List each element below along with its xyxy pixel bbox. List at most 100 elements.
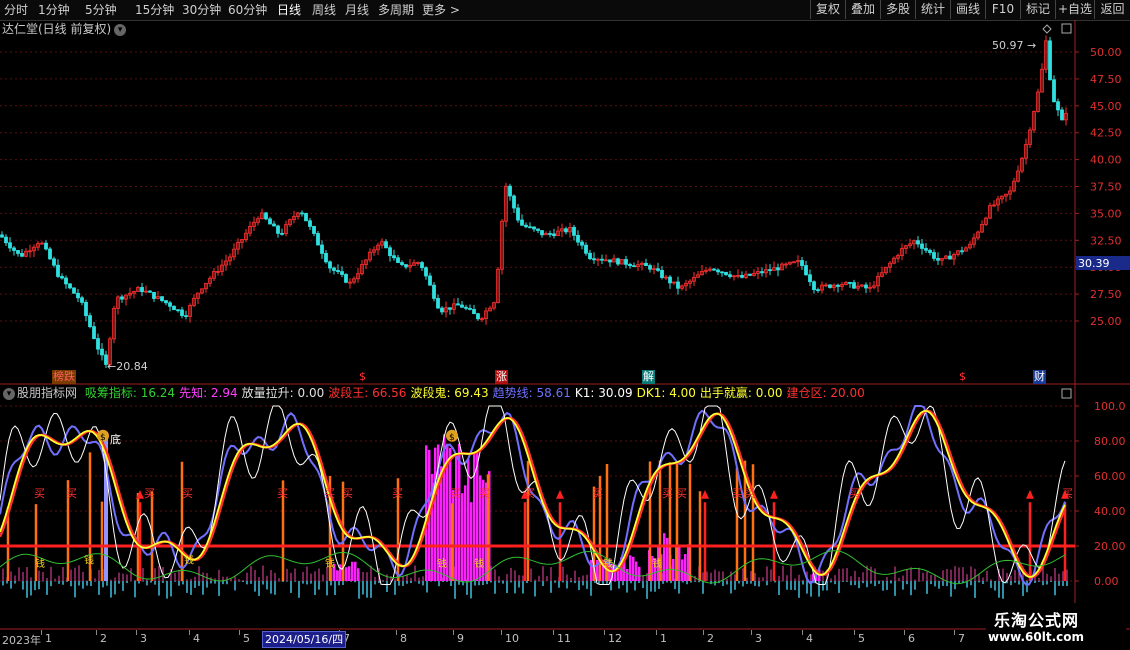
- candle-body: [272, 223, 276, 227]
- candle-body: [600, 258, 604, 261]
- date-tick: [501, 630, 502, 635]
- buy-label: 买: [324, 487, 335, 500]
- date-month-label: 5: [243, 632, 250, 645]
- candle-body: [92, 326, 96, 339]
- legend-items: 吸筹指标: 16.24 先知: 2.94 放量拉升: 0.00 波段王: 66.56 波…: [85, 386, 869, 400]
- date-tick: [854, 630, 855, 635]
- legend-item: DK1: 4.00: [636, 386, 696, 400]
- price-axis: 50.00 47.50 45.00 42.50 40.00 37.50 35.00 32.50…: [1075, 46, 1130, 328]
- low-zone-label: 钱: [652, 557, 662, 570]
- event-label-4[interactable]: 解: [642, 370, 655, 384]
- candle-body: [548, 233, 552, 235]
- date-tick: [656, 630, 657, 635]
- candle-body: [524, 224, 528, 228]
- candle-body: [536, 228, 540, 231]
- candle-body: [748, 273, 752, 276]
- date-month-label: 4: [806, 632, 813, 645]
- candle-body: [64, 277, 68, 285]
- candle-body: [608, 259, 612, 263]
- candle-body: [84, 302, 88, 317]
- accumulation-bar: [638, 566, 641, 581]
- candle-body: [1060, 109, 1064, 121]
- candle-body: [776, 267, 780, 271]
- price-tick-label: 25.00: [1090, 315, 1122, 328]
- date-month-label: 12: [608, 632, 622, 645]
- candle-body: [648, 265, 652, 270]
- candle-body: [276, 225, 280, 234]
- price-tick-label: 45.00: [1090, 100, 1122, 113]
- candle-body: [468, 307, 472, 310]
- accumulation-bar: [455, 493, 458, 581]
- candle-body: [960, 250, 964, 253]
- low-zone-label: 钱: [603, 557, 613, 570]
- candle-body: [852, 282, 856, 289]
- candle-body: [48, 248, 52, 260]
- accumulation-bar: [663, 533, 666, 581]
- accumulation-bar: [681, 559, 684, 581]
- current-price-label: 30.39: [1078, 257, 1110, 270]
- arrow-up-icon: [770, 490, 778, 499]
- candle-body: [1048, 40, 1052, 81]
- legend-item: 波段王: 66.56: [328, 386, 407, 400]
- price-tick-label: 50.00: [1090, 46, 1122, 59]
- price-tick-label: 40.00: [1090, 154, 1122, 167]
- event-label-6[interactable]: 财: [1033, 370, 1046, 384]
- low-zone-label: 钱: [474, 557, 484, 570]
- date-tick: [96, 630, 97, 635]
- event-label-2[interactable]: $: [358, 370, 367, 384]
- indicator-tick-label: 20.00: [1094, 540, 1126, 553]
- candle-body: [592, 258, 596, 261]
- date-month-label: 2: [707, 632, 714, 645]
- candle-body: [328, 261, 332, 269]
- candle-body: [336, 270, 340, 272]
- candle-body: [848, 282, 852, 284]
- candle-body: [740, 275, 744, 278]
- indicator-tick-label: 0.00: [1094, 575, 1119, 588]
- event-label-3[interactable]: 涨: [495, 370, 508, 384]
- date-tick: [802, 630, 803, 635]
- chevron-down-icon[interactable]: ▾: [3, 387, 15, 400]
- accumulation-bar: [666, 537, 669, 581]
- candle-body: [432, 284, 436, 299]
- accumulation-bar: [678, 545, 681, 581]
- candle-body: [564, 228, 568, 233]
- indicator-name[interactable]: 股朋指标网: [17, 386, 77, 400]
- cursor-date-box: 2024/05/16/四: [262, 631, 347, 648]
- candle-body: [920, 243, 924, 249]
- candle-body: [420, 262, 424, 269]
- date-tick: [954, 630, 955, 635]
- price-tick-label: 42.50: [1090, 127, 1122, 140]
- candle-body: [448, 307, 452, 310]
- indicator-grid: [0, 405, 1075, 582]
- date-month-label: 3: [140, 632, 147, 645]
- legend-item: 放量拉升: 0.00: [241, 386, 325, 400]
- candle-body: [344, 274, 348, 283]
- low-zone-label: 钱: [184, 554, 194, 567]
- candle-body: [1052, 79, 1056, 103]
- event-label-5[interactable]: $: [958, 370, 967, 384]
- buy-label: 买: [1062, 487, 1073, 500]
- candle-body: [176, 309, 180, 312]
- panel-maximize-icon: [1061, 23, 1072, 34]
- buy-label: 买: [744, 487, 755, 500]
- candle-body: [632, 265, 636, 268]
- high-price-label: 50.97 →: [992, 39, 1036, 52]
- accumulation-bar: [467, 459, 470, 581]
- candle-body: [312, 226, 316, 234]
- candle-body: [812, 281, 816, 291]
- candle-body: [120, 296, 124, 300]
- candle-body: [588, 252, 592, 260]
- indicator-legend: ▾ 股朋指标网 吸筹指标: 16.24 先知: 2.94 放量拉升: 0.00 波段王:…: [0, 385, 873, 402]
- chart-canvas: 50.00 47.50 45.00 42.50 40.00 37.50 35.00 32.50…: [0, 20, 1130, 630]
- buy-label: 买: [849, 487, 860, 500]
- indicator-tick-label: 40.00: [1094, 505, 1126, 518]
- candle-body: [16, 250, 20, 254]
- date-tick: [751, 630, 752, 635]
- date-tick: [41, 630, 42, 635]
- candle-body: [8, 242, 12, 249]
- event-label-1[interactable]: 榜跌: [52, 370, 76, 384]
- accumulation-bar: [345, 567, 348, 581]
- legend-item: 建仓区: 20.00: [786, 386, 865, 400]
- candle-body: [660, 270, 664, 278]
- buy-label: 买: [182, 487, 193, 500]
